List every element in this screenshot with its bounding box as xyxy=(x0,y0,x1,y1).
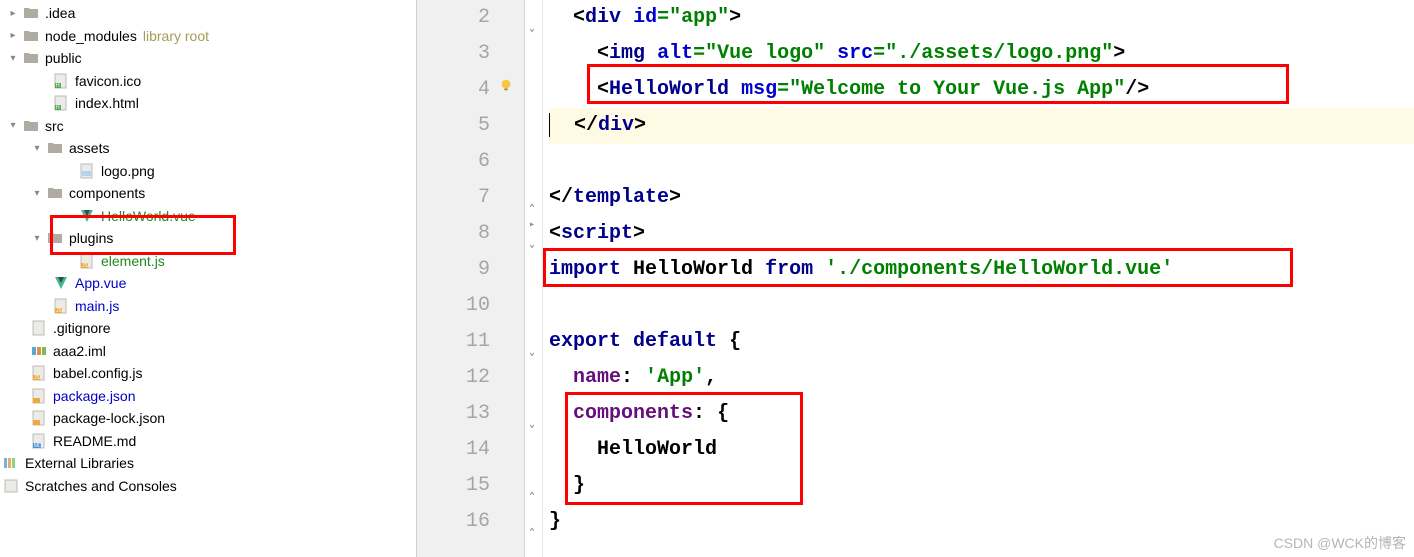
fold-handle-icon[interactable]: ⌄ xyxy=(529,12,539,22)
tree-item-logopng[interactable]: logo.png xyxy=(0,160,416,183)
scratches-icon xyxy=(2,478,20,494)
fold-play-icon[interactable]: ▸ xyxy=(529,208,539,218)
image-file-icon xyxy=(78,163,96,179)
code-line[interactable]: components: { xyxy=(549,396,1414,432)
code-line[interactable]: name: 'App', xyxy=(549,360,1414,396)
chevron-down-icon: ▾ xyxy=(30,186,44,200)
tree-item-helloworld-vue[interactable]: HelloWorld.vue xyxy=(0,205,416,228)
folder-icon xyxy=(22,28,40,44)
svg-text:JS: JS xyxy=(34,375,41,381)
code-line[interactable]: </template> xyxy=(549,180,1414,216)
tree-item-favicon[interactable]: H favicon.ico xyxy=(0,70,416,93)
tree-item-aaa2iml[interactable]: aaa2.iml xyxy=(0,340,416,363)
chevron-down-icon: ▾ xyxy=(30,231,44,245)
chevron-right-icon: ▸ xyxy=(6,6,20,20)
folder-icon xyxy=(22,118,40,134)
chevron-down-icon: ▾ xyxy=(30,141,44,155)
code-line[interactable]: <HelloWorld msg="Welcome to Your Vue.js … xyxy=(549,72,1414,108)
fold-handle-icon[interactable]: ⌄ xyxy=(529,336,539,346)
fold-handle-icon[interactable]: ⌄ xyxy=(529,408,539,418)
md-file-icon: MD xyxy=(30,433,48,449)
json-file-icon xyxy=(30,410,48,426)
libraries-icon xyxy=(2,455,20,471)
vue-file-icon xyxy=(52,275,70,291)
fold-column[interactable]: ⌄ ⌃ ▸ ⌄ ⌄ ⌄ ⌃ ⌃ xyxy=(525,0,543,557)
tree-item-gitignore[interactable]: .gitignore xyxy=(0,317,416,340)
bulb-icon[interactable] xyxy=(499,78,513,92)
svg-text:JS: JS xyxy=(82,263,89,269)
folder-icon xyxy=(46,230,64,246)
folder-icon xyxy=(22,50,40,66)
project-tree[interactable]: ▸ .idea ▸ node_modules library root ▾ pu… xyxy=(0,0,417,557)
gutter: 2 3 4 5 6 7 8 9 10 11 12 13 14 15 16 xyxy=(417,0,525,557)
js-file-icon: JS xyxy=(30,365,48,381)
tree-item-src[interactable]: ▾ src xyxy=(0,115,416,138)
folder-icon xyxy=(46,185,64,201)
fold-handle-icon[interactable]: ⌃ xyxy=(529,516,539,526)
folder-icon xyxy=(22,5,40,21)
code-line[interactable] xyxy=(549,144,1414,180)
code-line[interactable]: <div id="app"> xyxy=(549,0,1414,36)
watermark: CSDN @WCK的博客 xyxy=(1274,533,1406,553)
folder-icon xyxy=(46,140,64,156)
code-line[interactable]: export default { xyxy=(549,324,1414,360)
tree-item-public[interactable]: ▾ public xyxy=(0,47,416,70)
svg-text:JS: JS xyxy=(56,308,63,314)
code-line[interactable]: import HelloWorld from './components/Hel… xyxy=(549,252,1414,288)
html-file-icon: H xyxy=(52,95,70,111)
code-area[interactable]: <div id="app"> <img alt="Vue logo" src="… xyxy=(543,0,1414,557)
tree-item-mainjs[interactable]: JS main.js xyxy=(0,295,416,318)
code-line-current[interactable]: </div> xyxy=(549,108,1414,144)
code-line[interactable]: <script> xyxy=(549,216,1414,252)
js-file-icon: JS xyxy=(52,298,70,314)
tree-item-indexhtml[interactable]: H index.html xyxy=(0,92,416,115)
tree-item-babelconfig[interactable]: JS babel.config.js xyxy=(0,362,416,385)
chevron-down-icon: ▾ xyxy=(6,119,20,133)
js-file-icon: JS xyxy=(78,253,96,269)
vue-file-icon xyxy=(78,208,96,224)
svg-text:H: H xyxy=(56,83,60,89)
html-file-icon: H xyxy=(52,73,70,89)
fold-handle-icon[interactable]: ⌄ xyxy=(529,228,539,238)
code-line[interactable]: } xyxy=(549,468,1414,504)
tree-item-components[interactable]: ▾ components xyxy=(0,182,416,205)
tree-item-idea[interactable]: ▸ .idea xyxy=(0,2,416,25)
tree-item-node-modules[interactable]: ▸ node_modules library root xyxy=(0,25,416,48)
tree-item-packagejson[interactable]: package.json xyxy=(0,385,416,408)
tree-item-external-libraries[interactable]: ▸ External Libraries xyxy=(0,452,416,475)
code-line[interactable] xyxy=(549,288,1414,324)
tree-item-plugins[interactable]: ▾ plugins xyxy=(0,227,416,250)
code-editor[interactable]: 2 3 4 5 6 7 8 9 10 11 12 13 14 15 16 ⌄ ⌃… xyxy=(417,0,1414,557)
tree-item-scratches[interactable]: ▸ Scratches and Consoles xyxy=(0,475,416,498)
iml-file-icon xyxy=(30,343,48,359)
chevron-down-icon: ▾ xyxy=(6,51,20,65)
tree-item-elementjs[interactable]: JS element.js xyxy=(0,250,416,273)
code-line[interactable]: <img alt="Vue logo" src="./assets/logo.p… xyxy=(549,36,1414,72)
chevron-right-icon: ▸ xyxy=(6,29,20,43)
svg-text:MD: MD xyxy=(34,443,42,449)
fold-handle-icon[interactable]: ⌃ xyxy=(529,192,539,202)
code-line[interactable]: HelloWorld xyxy=(549,432,1414,468)
svg-text:H: H xyxy=(56,105,60,111)
tree-item-assets[interactable]: ▾ assets xyxy=(0,137,416,160)
tree-item-appvue[interactable]: App.vue xyxy=(0,272,416,295)
text-file-icon xyxy=(30,320,48,336)
fold-handle-icon[interactable]: ⌃ xyxy=(529,480,539,490)
tree-item-readme[interactable]: MD README.md xyxy=(0,430,416,453)
json-file-icon xyxy=(30,388,48,404)
tree-item-packagelockjson[interactable]: package-lock.json xyxy=(0,407,416,430)
